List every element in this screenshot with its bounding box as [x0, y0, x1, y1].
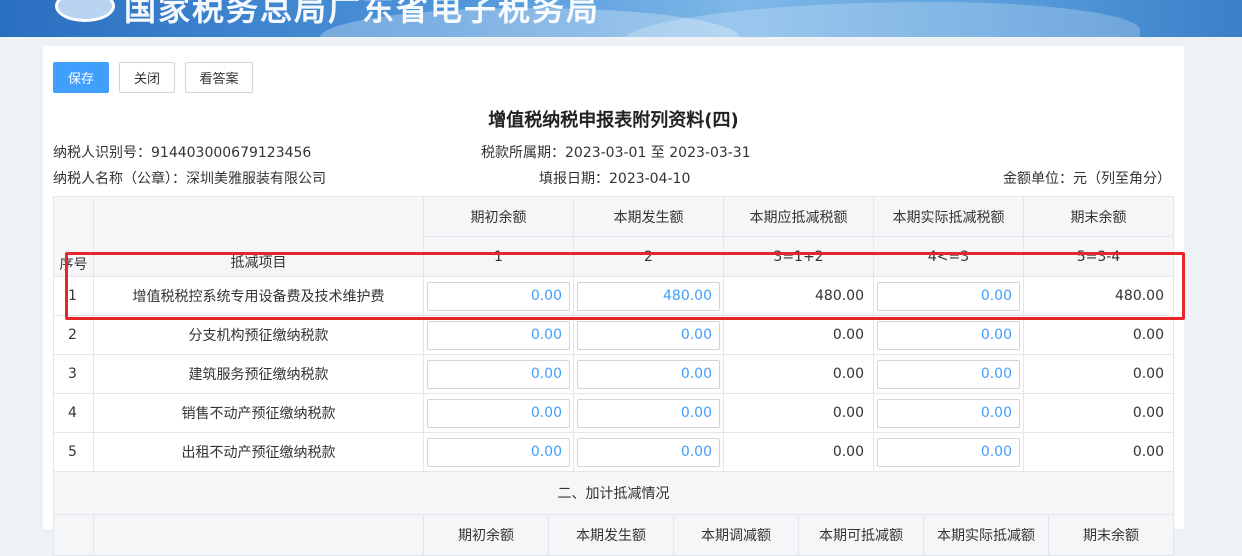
section2-header-col: 期初余额: [424, 515, 549, 555]
formula-cell: 2: [573, 236, 724, 277]
row-seq: 1: [53, 276, 94, 316]
table-row: 2 分支机构预征缴纳税款 0.00 0.00 0.00 0.00 0.00: [53, 315, 1174, 355]
deductible-amount: 0.00: [723, 393, 874, 433]
opening-balance-input[interactable]: 0.00: [427, 398, 570, 428]
current-amount-input[interactable]: 0.00: [577, 320, 720, 350]
header-item-2: [93, 514, 424, 556]
closing-balance: 0.00: [1023, 393, 1174, 433]
amount-unit: 金额单位：元（列至角分）: [1003, 171, 1171, 187]
table-row: 5 出租不动产预征缴纳税款 0.00 0.00 0.00 0.00 0.00: [53, 432, 1174, 472]
section2-header-col: 本期可抵减额: [799, 515, 924, 555]
row-seq: 4: [53, 393, 94, 433]
section2-header-col: 本期实际抵减额: [924, 515, 1049, 555]
form-card: 保存 关闭 看答案 增值税纳税申报表附列资料(四) 纳税人识别号：9144030…: [43, 46, 1184, 556]
row-seq: 3: [53, 354, 94, 394]
actual-deduction-input[interactable]: 0.00: [877, 320, 1020, 350]
tax-period: 税款所属期：2023-03-01 至 2023-03-31: [481, 145, 751, 161]
header-col: 期初余额: [423, 196, 574, 237]
closing-balance: 0.00: [1023, 354, 1174, 394]
row-seq: 2: [53, 315, 94, 355]
header-banner: 国家税务总局广东省电子税务局: [0, 0, 1242, 37]
actual-deduction-input[interactable]: 0.00: [877, 359, 1020, 389]
header-seq: 序号: [53, 196, 94, 277]
deductible-amount: 0.00: [723, 354, 874, 394]
deduction-table: 序号 抵减项目 期初余额 本期发生额 本期应抵减税额 本期实际抵减税额 期末余额…: [53, 196, 1174, 556]
formula-cell: 5=3-4: [1023, 236, 1174, 277]
taxpayer-name: 纳税人名称（公章）：深圳美雅服装有限公司: [53, 171, 326, 187]
banner-mountain: [620, 2, 1140, 37]
closing-balance: 480.00: [1023, 276, 1174, 316]
header-col: 本期发生额: [573, 196, 724, 237]
current-amount-input[interactable]: 0.00: [577, 398, 720, 428]
tax-logo-icon: [55, 0, 115, 22]
header-col: 期末余额: [1023, 196, 1174, 237]
opening-balance-input[interactable]: 0.00: [427, 281, 570, 311]
save-button[interactable]: 保存: [53, 62, 109, 93]
deductible-amount: 0.00: [723, 315, 874, 355]
section2-header-row: 期初余额 本期发生额 本期调减额 本期可抵减额 本期实际抵减额 期末余额: [53, 514, 1174, 556]
close-button[interactable]: 关闭: [119, 62, 175, 93]
row-item: 增值税税控系统专用设备费及技术维护费: [93, 276, 424, 316]
header-col: 本期应抵减税额: [723, 196, 874, 237]
actual-deduction-input[interactable]: 0.00: [877, 437, 1020, 467]
row-item: 建筑服务预征缴纳税款: [93, 354, 424, 394]
view-answer-button[interactable]: 看答案: [185, 62, 253, 93]
section2-header-col: 本期调减额: [674, 515, 799, 555]
row-item: 销售不动产预征缴纳税款: [93, 393, 424, 433]
current-amount-input[interactable]: 0.00: [577, 437, 720, 467]
table-row: 1 增值税税控系统专用设备费及技术维护费 0.00 480.00 480.00 …: [53, 276, 1174, 316]
fill-date: 填报日期：2023-04-10: [539, 171, 691, 187]
header-item: 抵减项目: [93, 196, 424, 277]
table-row: 4 销售不动产预征缴纳税款 0.00 0.00 0.00 0.00 0.00: [53, 393, 1174, 433]
page-title: 增值税纳税申报表附列资料(四): [488, 110, 739, 131]
section-title: 二、加计抵减情况: [53, 471, 1174, 515]
closing-balance: 0.00: [1023, 432, 1174, 472]
deductible-amount: 0.00: [723, 432, 874, 472]
section2-header-col: 期末余额: [1083, 528, 1139, 544]
formula-cell: 3=1+2: [723, 236, 874, 277]
table-row: 3 建筑服务预征缴纳税款 0.00 0.00 0.00 0.00 0.00: [53, 354, 1174, 394]
deductible-amount: 480.00: [723, 276, 874, 316]
row-item: 分支机构预征缴纳税款: [93, 315, 424, 355]
header-col: 本期实际抵减税额: [873, 196, 1024, 237]
actual-deduction-input[interactable]: 0.00: [877, 281, 1020, 311]
closing-balance: 0.00: [1023, 315, 1174, 355]
formula-cell: 4<=3: [873, 236, 1024, 277]
opening-balance-input[interactable]: 0.00: [427, 359, 570, 389]
row-item: 出租不动产预征缴纳税款: [93, 432, 424, 472]
current-amount-input[interactable]: 0.00: [577, 359, 720, 389]
header-seq-2: [53, 514, 94, 556]
banner-title: 国家税务总局广东省电子税务局: [124, 0, 601, 28]
section-row: 二、加计抵减情况: [53, 471, 1174, 515]
row-seq: 5: [53, 432, 94, 472]
actual-deduction-input[interactable]: 0.00: [877, 398, 1020, 428]
formula-cell: 1: [423, 236, 574, 277]
section2-header-col: 本期发生额: [549, 515, 674, 555]
opening-balance-input[interactable]: 0.00: [427, 437, 570, 467]
taxpayer-id: 纳税人识别号：914403000679123456: [53, 145, 312, 161]
current-amount-input[interactable]: 480.00: [577, 281, 720, 311]
opening-balance-input[interactable]: 0.00: [427, 320, 570, 350]
